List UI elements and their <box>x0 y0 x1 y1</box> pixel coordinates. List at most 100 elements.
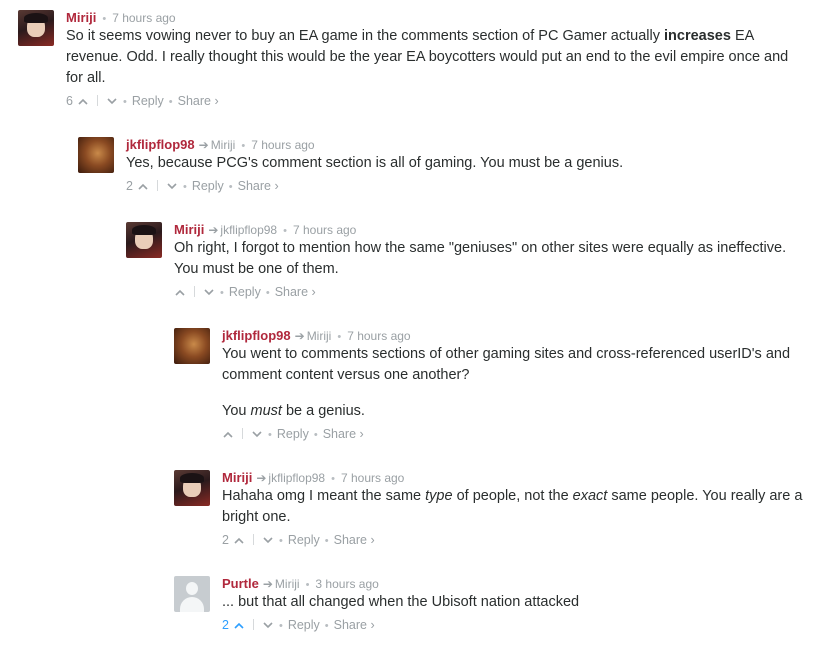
timestamp[interactable]: 7 hours ago <box>112 11 175 25</box>
comment-paragraph: ... but that all changed when the Ubisof… <box>222 592 804 613</box>
vote-divider <box>96 95 98 106</box>
comment: Miriji ➔ jkflipflop98 • 7 hours ago Hahaha om… <box>174 470 804 549</box>
separator-dot: • <box>324 535 329 547</box>
avatar[interactable] <box>174 470 210 506</box>
separator-dot: • <box>313 429 318 441</box>
share-button[interactable]: Share › <box>334 533 375 547</box>
share-button[interactable]: Share › <box>275 285 316 299</box>
chevron-down-icon[interactable] <box>106 93 118 109</box>
comment-text: So it seems vowing never to buy an EA ga… <box>66 26 804 89</box>
comment-body: Miriji ➔ jkflipflop98 • 7 hours ago Hahaha om… <box>222 470 804 549</box>
comment-paragraph: You went to comments sections of other g… <box>222 344 804 386</box>
reply-button[interactable]: Reply <box>229 285 261 299</box>
separator-dot: • <box>337 331 342 343</box>
comment-footer: • Reply • Share › <box>222 426 804 443</box>
author-name[interactable]: Miriji <box>222 470 252 485</box>
author-name[interactable]: Miriji <box>174 222 204 237</box>
vote-divider <box>252 534 254 545</box>
separator-dot: • <box>283 225 287 237</box>
comment-paragraph: You must be a genius. <box>222 401 804 422</box>
chevron-down-icon[interactable] <box>166 178 178 194</box>
chevron-down-icon[interactable] <box>262 617 274 633</box>
chevron-up-icon[interactable] <box>222 426 234 442</box>
share-button[interactable]: Share › <box>334 618 375 632</box>
comment-header: Purtle ➔ Miriji • 3 hours ago <box>222 576 804 592</box>
comment-text: Oh right, I forgot to mention how the sa… <box>174 238 804 280</box>
share-button[interactable]: Share › <box>178 94 219 108</box>
reply-to-name[interactable]: Miriji <box>307 329 332 343</box>
author-name[interactable]: jkflipflop98 <box>126 137 195 152</box>
avatar[interactable] <box>174 576 210 612</box>
share-button[interactable]: Share › <box>323 427 364 441</box>
timestamp[interactable]: 3 hours ago <box>315 577 378 591</box>
text-run: of people, not the <box>452 488 573 504</box>
separator-dot: • <box>168 96 173 108</box>
chevron-up-icon[interactable] <box>233 617 245 633</box>
reply-button[interactable]: Reply <box>277 427 309 441</box>
separator-dot: • <box>278 620 283 632</box>
comment-footer: 2 • Reply • Share › <box>126 178 804 195</box>
separator-dot: • <box>268 429 272 441</box>
reply-arrow-icon: ➔ <box>262 577 273 591</box>
text-run: exact <box>572 488 608 504</box>
reply-to-name[interactable]: jkflipflop98 <box>220 223 277 237</box>
separator-dot: • <box>331 473 335 485</box>
chevron-up-icon[interactable] <box>137 178 149 194</box>
vote-count: 2 <box>126 179 133 193</box>
vote-divider <box>156 180 158 191</box>
text-run: So it seems vowing never to buy an EA ga… <box>66 28 665 44</box>
comment-text: ... but that all changed when the Ubisof… <box>222 592 804 613</box>
vote-divider <box>242 428 243 439</box>
comment-header: jkflipflop98 ➔ Miriji • 7 hours ago <box>126 137 804 153</box>
avatar[interactable] <box>78 137 114 173</box>
comment-footer: • Reply • Share › <box>174 284 804 301</box>
chevron-up-icon[interactable] <box>233 532 245 548</box>
chevron-down-icon[interactable] <box>262 532 274 548</box>
author-name[interactable]: Miriji <box>66 10 96 25</box>
comment-paragraph: Oh right, I forgot to mention how the sa… <box>174 238 804 280</box>
separator-dot: • <box>220 287 224 299</box>
comment-header: jkflipflop98 ➔ Miriji • 7 hours ago <box>222 328 804 344</box>
avatar[interactable] <box>18 10 54 46</box>
comment-header: Miriji ➔ jkflipflop98 • 7 hours ago <box>222 470 804 486</box>
comment-text: Yes, because PCG's comment section is al… <box>126 153 804 174</box>
reply-button[interactable]: Reply <box>132 94 164 108</box>
comment-paragraph: Hahaha omg I meant the same type of peop… <box>222 486 804 528</box>
chevron-down-icon[interactable] <box>251 426 263 442</box>
reply-to-name[interactable]: jkflipflop98 <box>268 471 325 485</box>
timestamp[interactable]: 7 hours ago <box>341 471 404 485</box>
comment-body: Miriji ➔ jkflipflop98 • 7 hours ago Oh right,… <box>174 222 804 301</box>
reply-button[interactable]: Reply <box>192 179 224 193</box>
text-run: must <box>250 403 282 419</box>
timestamp[interactable]: 7 hours ago <box>293 223 356 237</box>
vote-divider <box>194 286 195 297</box>
avatar[interactable] <box>174 328 210 364</box>
text-run: Oh right, I forgot to mention how the sa… <box>174 240 787 277</box>
comment: jkflipflop98 ➔ Miriji • 7 hours ago You went … <box>174 328 804 443</box>
reply-arrow-icon: ➔ <box>294 329 305 343</box>
reply-button[interactable]: Reply <box>288 618 320 632</box>
comment: jkflipflop98 ➔ Miriji • 7 hours ago Yes, beca… <box>78 137 804 195</box>
reply-button[interactable]: Reply <box>288 533 320 547</box>
timestamp[interactable]: 7 hours ago <box>347 329 410 343</box>
vote-divider <box>252 619 254 630</box>
reply-to-name[interactable]: Miriji <box>211 138 236 152</box>
separator-dot: • <box>228 181 233 193</box>
author-name[interactable]: jkflipflop98 <box>222 328 291 343</box>
text-run: type <box>425 488 453 504</box>
chevron-up-icon[interactable] <box>174 284 186 300</box>
reply-to-name[interactable]: Miriji <box>275 577 300 591</box>
chevron-down-icon[interactable] <box>203 284 215 300</box>
share-button[interactable]: Share › <box>238 179 279 193</box>
author-name[interactable]: Purtle <box>222 576 259 591</box>
avatar[interactable] <box>126 222 162 258</box>
separator-dot: • <box>305 579 310 591</box>
comment: Miriji ➔ jkflipflop98 • 7 hours ago Oh right,… <box>126 222 804 301</box>
comment-paragraph: Yes, because PCG's comment section is al… <box>126 153 804 174</box>
chevron-up-icon[interactable] <box>77 93 89 109</box>
separator-dot: • <box>241 140 246 152</box>
vote-count: 2 <box>222 533 229 547</box>
reply-arrow-icon: ➔ <box>198 138 209 152</box>
comment-body: jkflipflop98 ➔ Miriji • 7 hours ago You went … <box>222 328 804 443</box>
timestamp[interactable]: 7 hours ago <box>251 138 314 152</box>
